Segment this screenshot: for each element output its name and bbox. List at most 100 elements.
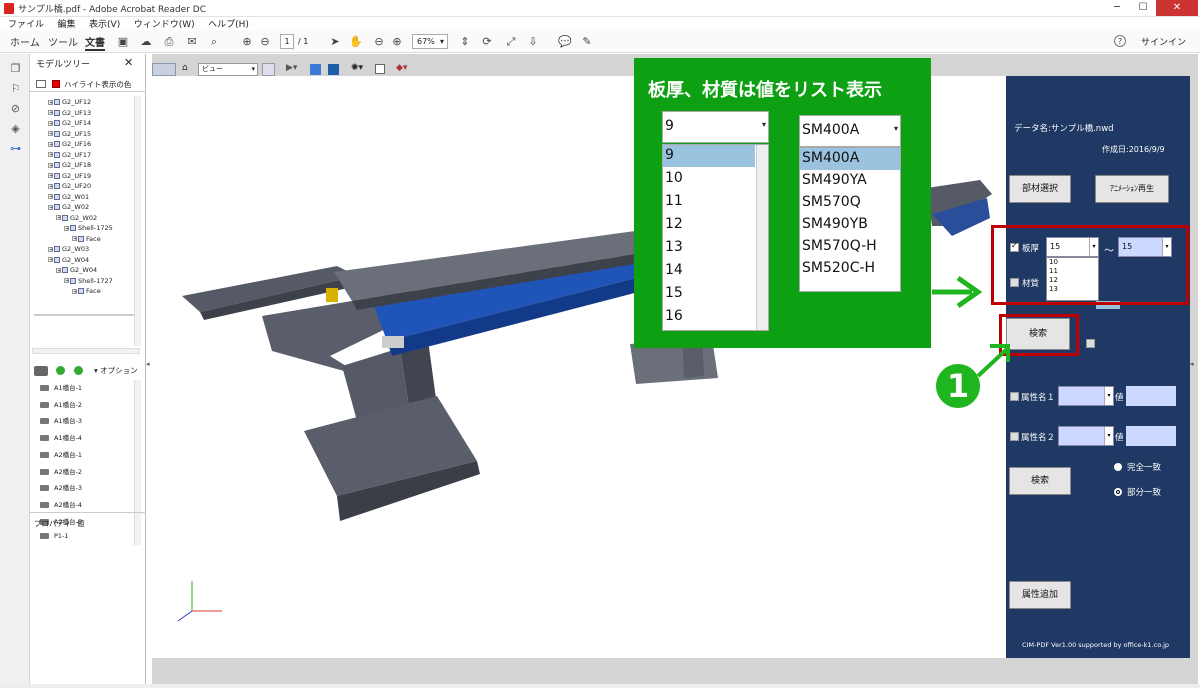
part-item[interactable]: A1橋台-2 [40, 399, 82, 409]
tree-scrollbar[interactable] [134, 96, 141, 346]
expand-icon[interactable]: + [64, 278, 69, 284]
material-combo[interactable]: SM400A ▾ [799, 115, 901, 147]
expand-icon[interactable]: + [56, 215, 61, 221]
tree-node[interactable]: + Face [72, 235, 101, 243]
page-up-icon[interactable]: ⊕ [240, 35, 254, 49]
page-number-input[interactable]: 1 [280, 34, 294, 49]
expand-icon[interactable]: + [48, 99, 53, 105]
tree-checkbox[interactable] [54, 193, 60, 200]
attr1-select[interactable]: ▾ [1058, 386, 1114, 406]
expand-icon[interactable]: + [48, 183, 53, 189]
zoom-in-icon[interactable]: ⊕ [390, 35, 404, 49]
part-item[interactable]: P1-1 [40, 532, 69, 540]
expand-icon[interactable]: + [64, 225, 69, 231]
attachment-icon[interactable]: ⊘ [9, 102, 22, 115]
tree-node[interactable]: + G2_W01 [48, 193, 89, 201]
menu-edit[interactable]: 編集 [58, 20, 76, 30]
attr1-checkbox[interactable] [1010, 392, 1019, 401]
tree-checkbox[interactable] [70, 277, 76, 284]
play-icon[interactable]: ▶▾ [286, 63, 297, 73]
tree-node[interactable]: + G2_UF16 [48, 140, 91, 148]
highlight-color-label[interactable]: ハイライト表示の色 [64, 79, 131, 90]
parts-icon[interactable] [34, 366, 48, 376]
projection-icon[interactable] [310, 64, 321, 75]
tree-node[interactable]: + G2_UF15 [48, 130, 91, 138]
thickness-scrollbar[interactable] [756, 145, 768, 330]
tree-checkbox[interactable] [54, 141, 60, 147]
tree-checkbox[interactable] [70, 225, 76, 231]
zoom-out-icon[interactable]: ⊖ [372, 35, 386, 49]
save-icon[interactable]: ▣ [116, 35, 130, 49]
background-color-icon[interactable] [375, 64, 385, 74]
tree-checkbox[interactable] [54, 183, 60, 189]
signin-link[interactable]: サインイン [1141, 35, 1186, 48]
attr2-value-input[interactable] [1126, 426, 1176, 446]
tree-node[interactable]: + G2_UF18 [48, 161, 91, 169]
thickness-option[interactable]: 13 [665, 239, 683, 255]
hand-tool-icon[interactable]: ✋ [349, 35, 363, 49]
material-option[interactable]: SM570Q-H [802, 238, 877, 254]
expand-icon[interactable]: + [56, 267, 61, 273]
thickness-option[interactable]: 16 [665, 308, 683, 324]
cross-section-icon[interactable]: ◆▾ [396, 63, 407, 73]
tree-checkbox[interactable] [54, 151, 60, 158]
tree-node[interactable]: + Face [72, 287, 101, 295]
tree-node[interactable]: + G2_W03 [48, 245, 89, 253]
expand-icon[interactable]: + [48, 152, 53, 158]
model-tree-toggle-icon[interactable] [262, 63, 275, 76]
part-item[interactable]: A1橋台-4 [40, 432, 82, 442]
expand-icon[interactable]: + [48, 131, 53, 137]
tree-node[interactable]: + G2_W04 [48, 256, 89, 264]
tree-node[interactable]: + G2_UF13 [48, 109, 91, 117]
tree-checkbox[interactable] [54, 109, 60, 116]
expand-icon[interactable]: + [48, 194, 53, 200]
material-list[interactable]: SM400A SM490YA SM570Q SM490YB SM570Q-H S… [799, 147, 901, 292]
pen-icon[interactable]: ✎ [580, 35, 594, 49]
expand-icon[interactable]: + [48, 204, 53, 210]
fit-page-icon[interactable]: ⇕ [458, 35, 472, 49]
thickness-option[interactable]: 11 [665, 193, 683, 209]
expand-icon[interactable]: + [48, 141, 53, 147]
part-item[interactable]: A2橋台-3 [40, 482, 82, 492]
expand-icon[interactable]: + [48, 120, 53, 126]
tree-hscrollbar[interactable] [32, 348, 140, 354]
tree-node[interactable]: + G2_UF20 [48, 182, 91, 190]
part-item[interactable]: A1橋台-3 [40, 415, 82, 425]
view-select[interactable]: ビュー ▾ [198, 63, 258, 76]
part-item[interactable]: A1橋台-1 [40, 382, 82, 392]
comment-icon[interactable]: 💬 [558, 35, 572, 49]
tree-node[interactable]: + G2_UF14 [48, 119, 91, 127]
show-all-icon[interactable] [56, 366, 65, 375]
pages-icon[interactable]: ❐ [9, 62, 22, 75]
material-option[interactable]: SM490YB [802, 216, 868, 232]
tree-node[interactable]: + G2_UF19 [48, 172, 91, 180]
expand-icon[interactable]: + [48, 173, 53, 179]
tree-checkbox[interactable] [54, 204, 60, 210]
thickness-option[interactable]: 10 [665, 170, 683, 186]
tree-node[interactable]: + Shell-1727 [64, 277, 113, 285]
expand-icon[interactable]: + [72, 288, 77, 294]
close-window-button[interactable]: ✕ [1156, 0, 1198, 16]
expand-icon[interactable]: + [48, 257, 53, 263]
thickness-list[interactable]: 9 10 11 12 13 14 15 16 [662, 144, 769, 331]
cloud-upload-icon[interactable]: ☁ [139, 35, 153, 49]
material-option[interactable]: SM400A [802, 150, 859, 166]
zoom-select[interactable]: 67% ▾ [412, 34, 448, 49]
page-down-icon[interactable]: ⊖ [258, 35, 272, 49]
tree-checkbox[interactable] [54, 162, 60, 168]
expand-icon[interactable]: + [48, 246, 53, 252]
part-item[interactable]: A2橋台-4 [40, 499, 82, 509]
attr1-value-input[interactable] [1126, 386, 1176, 406]
thickness-option[interactable]: 9 [665, 147, 674, 163]
material-extra-checkbox[interactable] [1086, 339, 1095, 348]
expand-icon[interactable]: + [48, 110, 53, 116]
isolate-icon[interactable] [74, 366, 83, 375]
menu-view[interactable]: 表示(V) [89, 20, 120, 30]
minimize-button[interactable]: ─ [1104, 0, 1130, 16]
tree-node[interactable]: + G2_W02 [48, 203, 89, 211]
help-icon[interactable]: ? [1114, 35, 1126, 47]
render-mode-icon[interactable] [328, 64, 339, 75]
expand-tools-icon[interactable]: ◂ [1190, 360, 1198, 374]
tree-node[interactable]: + G2_W04 [56, 266, 97, 274]
thickness-combo[interactable]: 9 ▾ [662, 111, 769, 143]
